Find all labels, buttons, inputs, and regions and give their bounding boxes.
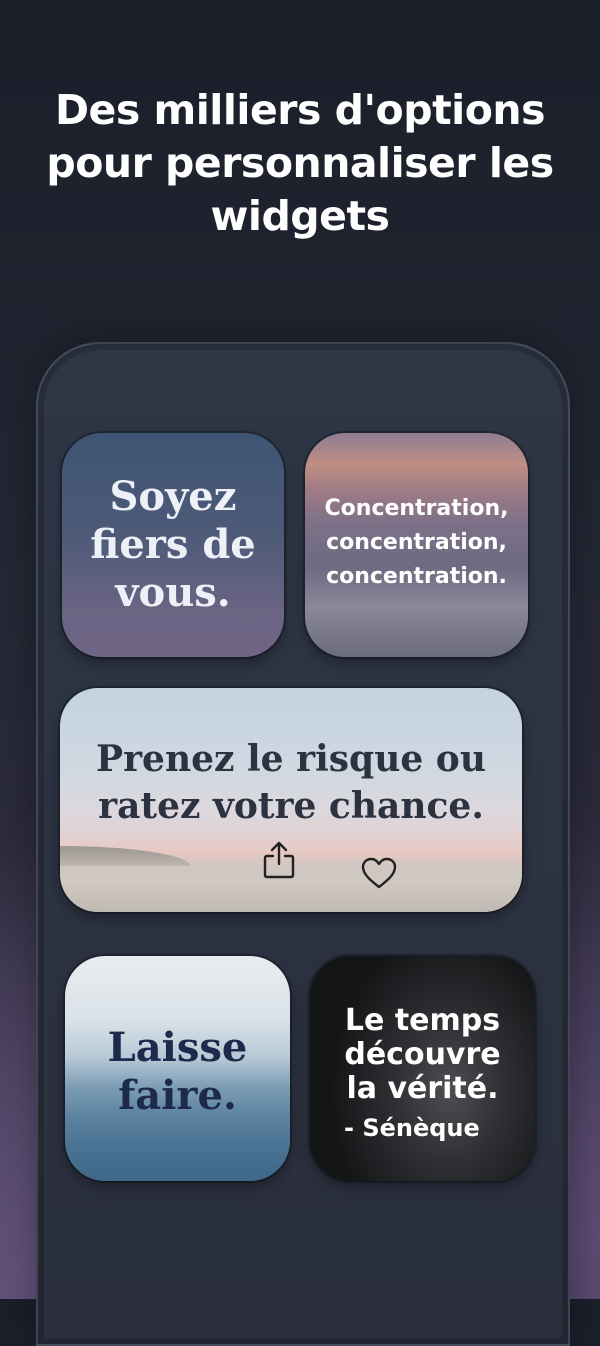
widget-quote-text: Concentration, concentration, concentrat… — [325, 492, 509, 594]
quote-line: Le temps — [344, 1003, 501, 1038]
quote-line: vous. — [115, 569, 231, 616]
quote-line: Concentration, — [324, 496, 509, 521]
page-title: Des milliers d'options pour personnalise… — [0, 84, 600, 243]
headline-line-1: Des milliers d'options — [55, 86, 546, 134]
quote-author: - Sénèque — [344, 1114, 480, 1142]
headline-line-3: widgets — [210, 192, 390, 240]
quote-line: concentration, — [326, 530, 507, 555]
quote-line: faire. — [118, 1071, 237, 1119]
quote-line: découvre — [344, 1037, 501, 1072]
widget-quote-text: Le temps découvre la vérité. — [310, 1004, 535, 1106]
widget-le-temps[interactable]: Le temps découvre la vérité. - Sénèque — [310, 956, 535, 1181]
quote-line: concentration. — [326, 564, 507, 589]
quote-line: Prenez le risque ou — [96, 738, 486, 780]
widget-laisse-faire[interactable]: Laisse faire. — [65, 956, 290, 1181]
quote-line: Laisse — [107, 1023, 248, 1071]
widget-quote-text: Laisse faire. — [108, 1024, 248, 1120]
quote-line: la vérité. — [346, 1071, 499, 1106]
widget-quote-text: Prenez le risque ou ratez votre chance. — [60, 736, 522, 830]
quote-line: fiers de — [90, 521, 256, 568]
widget-prenez-le-risque[interactable]: Prenez le risque ou ratez votre chance. — [60, 688, 522, 912]
quote-line: Soyez — [109, 473, 237, 520]
headline-line-2: pour personnaliser les — [46, 139, 554, 187]
quote-line: ratez votre chance. — [98, 785, 484, 827]
widget-quote-text: Soyez fiers de vous. — [90, 473, 255, 617]
widget-concentration[interactable]: Concentration, concentration, concentrat… — [305, 433, 528, 657]
share-icon[interactable] — [261, 840, 297, 880]
widget-soyez-fiers[interactable]: Soyez fiers de vous. — [62, 433, 284, 657]
heart-icon[interactable] — [360, 856, 398, 890]
